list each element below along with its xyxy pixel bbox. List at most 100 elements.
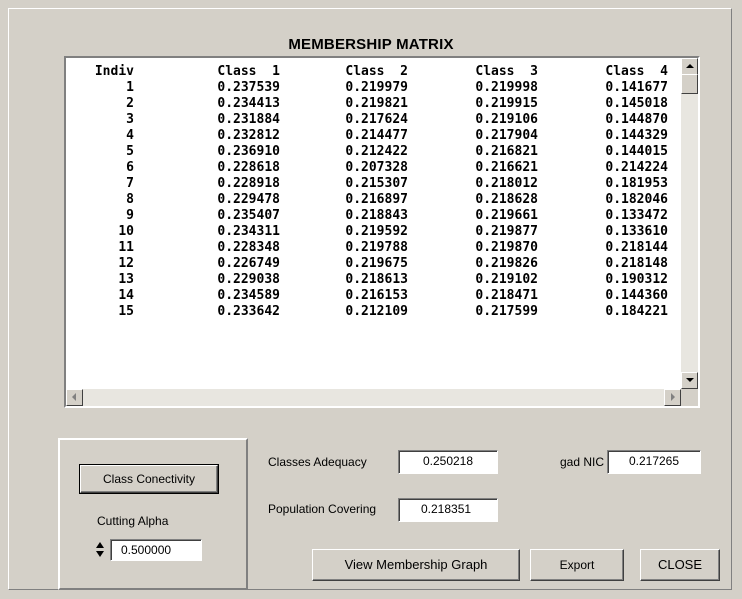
triangle-left-icon: [72, 393, 76, 401]
indiv-cell: 15: [118, 304, 134, 319]
membership-cell: 0.233642: [217, 304, 280, 319]
membership-cell: 0.234589: [217, 288, 280, 303]
membership-cell: 0.216621: [475, 160, 538, 175]
membership-cell: 0.182046: [605, 192, 668, 207]
indiv-cell: 13: [118, 272, 134, 287]
membership-cell: 0.228918: [217, 176, 280, 191]
membership-cell: 0.219592: [345, 224, 408, 239]
cutting-alpha-label: Cutting Alpha: [97, 514, 169, 528]
column-header: Class 4: [605, 64, 668, 79]
column-header: Indiv: [94, 64, 134, 79]
cutting-alpha-input[interactable]: 0.500000: [110, 539, 202, 561]
membership-cell: 0.217904: [475, 128, 538, 143]
membership-cell: 0.145018: [605, 96, 668, 111]
membership-cell: 0.218012: [475, 176, 538, 191]
membership-cell: 0.144360: [605, 288, 668, 303]
membership-cell: 0.133610: [605, 224, 668, 239]
membership-cell: 0.144015: [605, 144, 668, 159]
membership-cell: 0.218144: [605, 240, 668, 255]
membership-cell: 0.219788: [345, 240, 408, 255]
membership-cell: 0.216153: [345, 288, 408, 303]
membership-cell: 0.212109: [345, 304, 408, 319]
membership-cell: 0.217624: [345, 112, 408, 127]
membership-cell: 0.219877: [475, 224, 538, 239]
membership-cell: 0.141677: [605, 80, 668, 95]
gad-nic-label: gad NIC: [560, 455, 605, 469]
membership-cell: 0.235407: [217, 208, 280, 223]
classes-adequacy-field: 0.250218: [398, 450, 498, 474]
membership-cell: 0.217599: [475, 304, 538, 319]
membership-cell: 0.218613: [345, 272, 408, 287]
membership-cell: 0.214224: [605, 160, 668, 175]
triangle-right-icon: [671, 393, 675, 401]
membership-cell: 0.219915: [475, 96, 538, 111]
membership-cell: 0.190312: [605, 272, 668, 287]
membership-cell: 0.181953: [605, 176, 668, 191]
column-header: Class 3: [475, 64, 538, 79]
indiv-cell: 3: [126, 112, 134, 127]
indiv-cell: 14: [118, 288, 134, 303]
membership-cell: 0.218471: [475, 288, 538, 303]
indiv-cell: 9: [126, 208, 134, 223]
membership-cell: 0.219826: [475, 256, 538, 271]
indiv-cell: 5: [126, 144, 134, 159]
scroll-up-button[interactable]: [681, 58, 698, 75]
population-covering-field: 0.218351: [398, 498, 498, 522]
membership-cell: 0.207328: [345, 160, 408, 175]
membership-cell: 0.216821: [475, 144, 538, 159]
horizontal-scrollbar[interactable]: [66, 389, 681, 406]
membership-cell: 0.214477: [345, 128, 408, 143]
page-title: MEMBERSHIP MATRIX: [288, 36, 454, 53]
membership-cell: 0.219979: [345, 80, 408, 95]
indiv-cell: 2: [126, 96, 134, 111]
view-membership-graph-button[interactable]: View Membership Graph: [312, 549, 520, 581]
scroll-right-button[interactable]: [664, 389, 681, 406]
membership-cell: 0.226749: [217, 256, 280, 271]
membership-cell: 0.236910: [217, 144, 280, 159]
indiv-cell: 11: [118, 240, 134, 255]
indiv-cell: 4: [126, 128, 134, 143]
cutting-alpha-spinner[interactable]: [94, 540, 106, 560]
membership-cell: 0.184221: [605, 304, 668, 319]
membership-matrix-list[interactable]: Indiv Class 1 Class 2 Class 3 Class 4 1 0.2375…: [64, 56, 700, 408]
membership-cell: 0.237539: [217, 80, 280, 95]
membership-cell: 0.228348: [217, 240, 280, 255]
membership-cell: 0.229038: [217, 272, 280, 287]
column-header: Class 2: [345, 64, 408, 79]
membership-cell: 0.144870: [605, 112, 668, 127]
membership-cell: 0.229478: [217, 192, 280, 207]
scroll-left-button[interactable]: [66, 389, 83, 406]
indiv-cell: 1: [126, 80, 134, 95]
column-header: Class 1: [217, 64, 280, 79]
membership-cell: 0.144329: [605, 128, 668, 143]
membership-cell: 0.219102: [475, 272, 538, 287]
membership-cell: 0.232812: [217, 128, 280, 143]
indiv-cell: 10: [118, 224, 134, 239]
membership-cell: 0.219106: [475, 112, 538, 127]
matrix-content: Indiv Class 1 Class 2 Class 3 Class 4 1 0.2375…: [66, 58, 681, 389]
membership-cell: 0.234413: [217, 96, 280, 111]
vertical-scrollbar[interactable]: [681, 58, 698, 389]
scroll-down-button[interactable]: [681, 372, 698, 389]
membership-cell: 0.219870: [475, 240, 538, 255]
close-button[interactable]: CLOSE: [640, 549, 720, 581]
membership-cell: 0.212422: [345, 144, 408, 159]
membership-cell: 0.219998: [475, 80, 538, 95]
indiv-cell: 8: [126, 192, 134, 207]
scroll-thumb[interactable]: [681, 74, 698, 94]
membership-cell: 0.133472: [605, 208, 668, 223]
membership-cell: 0.216897: [345, 192, 408, 207]
scroll-corner: [681, 389, 698, 406]
membership-cell: 0.219661: [475, 208, 538, 223]
membership-cell: 0.219675: [345, 256, 408, 271]
membership-cell: 0.218628: [475, 192, 538, 207]
indiv-cell: 7: [126, 176, 134, 191]
indiv-cell: 6: [126, 160, 134, 175]
membership-cell: 0.234311: [217, 224, 280, 239]
class-conectivity-button[interactable]: Class Conectivity: [79, 464, 219, 494]
classes-adequacy-label: Classes Adequacy: [268, 455, 367, 469]
membership-cell: 0.218843: [345, 208, 408, 223]
export-button[interactable]: Export: [530, 549, 624, 581]
membership-cell: 0.219821: [345, 96, 408, 111]
indiv-cell: 12: [118, 256, 134, 271]
